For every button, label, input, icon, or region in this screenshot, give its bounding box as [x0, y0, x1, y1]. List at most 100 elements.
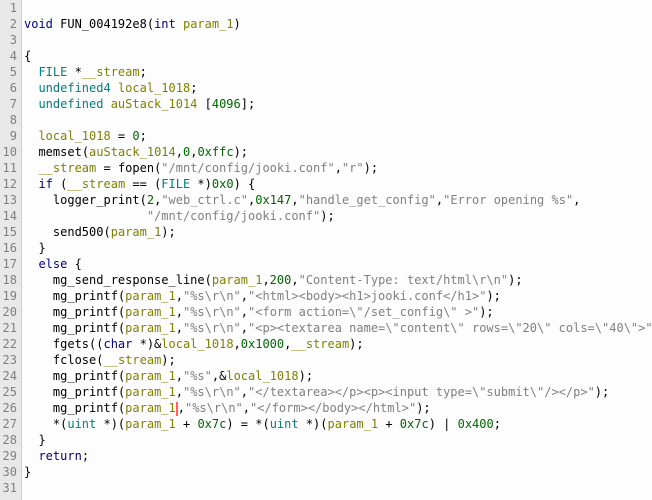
code-token: void — [24, 17, 60, 31]
code-line[interactable]: mg_printf(param_1,"%s\r\n","</form></bod… — [24, 400, 652, 416]
code-token: uint — [270, 417, 306, 431]
code-line[interactable]: FILE *__stream; — [24, 64, 652, 80]
code-token: { — [75, 257, 82, 271]
code-line[interactable]: local_1018 = 0; — [24, 128, 652, 144]
line-number: 24 — [0, 368, 17, 384]
code-token: fclose — [53, 353, 96, 367]
code-token: mg_printf — [53, 369, 118, 383]
line-number: 12 — [0, 176, 17, 192]
code-token: "/mnt/config/jooki.conf" — [147, 209, 320, 223]
code-token: ) { — [234, 177, 256, 191]
code-line[interactable]: mg_printf(param_1,"%s\r\n","<form action… — [24, 304, 652, 320]
line-number: 21 — [0, 320, 17, 336]
code-line[interactable]: mg_send_response_line(param_1,200,"Conte… — [24, 272, 652, 288]
line-number: 4 — [0, 48, 17, 64]
code-token: ); — [479, 305, 493, 319]
code-token: param_1 — [125, 417, 176, 431]
code-line[interactable]: send500(param_1); — [24, 224, 652, 240]
code-token: "r" — [342, 161, 364, 175]
code-line[interactable]: __stream = fopen("/mnt/config/jooki.conf… — [24, 160, 652, 176]
code-line[interactable]: logger_print(2,"web_ctrl.c",0x147,"handl… — [24, 192, 652, 208]
code-token: __stream — [82, 65, 140, 79]
code-line[interactable]: } — [24, 432, 652, 448]
code-token: param_1 — [328, 417, 379, 431]
line-number: 25 — [0, 384, 17, 400]
code-line[interactable]: { — [24, 48, 652, 64]
code-line[interactable] — [24, 112, 652, 128]
code-token: param_1 — [125, 369, 176, 383]
code-line[interactable]: return; — [24, 448, 652, 464]
code-token: 2 — [147, 193, 154, 207]
code-token: , — [178, 401, 185, 415]
code-token: ) | — [429, 417, 458, 431]
code-token: auStack_1014 — [89, 145, 176, 159]
line-number: 31 — [0, 480, 17, 496]
code-token: __stream — [104, 353, 162, 367]
code-line[interactable]: memset(auStack_1014,0,0xffc); — [24, 144, 652, 160]
code-editor[interactable]: void FUN_004192e8(int param_1) { FILE *__… — [22, 0, 652, 500]
code-line[interactable]: else { — [24, 256, 652, 272]
code-token: ; — [140, 129, 147, 143]
code-token: param_1 — [125, 385, 176, 399]
line-number: 19 — [0, 288, 17, 304]
code-line[interactable]: undefined4 local_1018; — [24, 80, 652, 96]
code-line[interactable]: mg_printf(param_1,"%s\r\n","<html><body>… — [24, 288, 652, 304]
code-token: mg_send_response_line — [53, 273, 205, 287]
code-token: int — [154, 17, 183, 31]
code-token: mg_printf — [53, 305, 118, 319]
code-token — [24, 273, 53, 287]
code-line[interactable]: *(uint *)(param_1 + 0x7c) = *(uint *)(pa… — [24, 416, 652, 432]
code-line[interactable]: fgets((char *)&local_1018,0x1000,__strea… — [24, 336, 652, 352]
code-line[interactable] — [24, 480, 652, 496]
code-line[interactable]: "/mnt/config/jooki.conf"); — [24, 208, 652, 224]
code-token: 0x400 — [458, 417, 494, 431]
code-token: ; — [140, 65, 147, 79]
code-token: undefined4 — [38, 81, 117, 95]
line-number: 20 — [0, 304, 17, 320]
code-token: 0x0 — [212, 177, 234, 191]
code-line[interactable]: mg_printf(param_1,"%s\r\n","</textarea><… — [24, 384, 652, 400]
code-line[interactable]: } — [24, 464, 652, 480]
code-line[interactable]: fclose(__stream); — [24, 352, 652, 368]
code-line[interactable]: mg_printf(param_1,"%s",&local_1018); — [24, 368, 652, 384]
code-token: param_1 — [125, 321, 176, 335]
code-token: 0x7c — [197, 417, 226, 431]
code-token: ) = *( — [226, 417, 269, 431]
code-token: , — [241, 321, 248, 335]
code-line[interactable] — [24, 0, 652, 16]
code-line[interactable] — [24, 32, 652, 48]
code-token: else — [38, 257, 74, 271]
code-token — [24, 289, 53, 303]
code-line[interactable]: undefined auStack_1014 [4096]; — [24, 96, 652, 112]
code-token: "%s\r\n" — [183, 289, 241, 303]
code-token: ) — [234, 17, 241, 31]
code-token: __stream — [38, 161, 96, 175]
code-token: , — [176, 385, 183, 399]
code-token: , — [176, 369, 183, 383]
code-token: ); — [508, 273, 522, 287]
line-number: 6 — [0, 80, 17, 96]
line-number: 14 — [0, 208, 17, 224]
code-token — [24, 305, 53, 319]
code-token: "</textarea></p><p><input type=\"submit\… — [248, 385, 595, 399]
code-token: local_1018 — [161, 337, 233, 351]
code-token: ]; — [241, 97, 255, 111]
code-token — [24, 449, 38, 463]
code-token: param_1 — [125, 401, 176, 415]
code-token: *)( — [306, 417, 328, 431]
code-line[interactable]: void FUN_004192e8(int param_1) — [24, 16, 652, 32]
code-line[interactable]: } — [24, 240, 652, 256]
code-line[interactable]: mg_printf(param_1,"%s\r\n","<p><textarea… — [24, 320, 652, 336]
code-token — [24, 321, 53, 335]
code-line[interactable]: if (__stream == (FILE *)0x0) { — [24, 176, 652, 192]
line-number: 22 — [0, 336, 17, 352]
code-token: ; — [82, 449, 89, 463]
code-token: ( — [147, 17, 154, 31]
code-token: "handle_get_config" — [299, 193, 436, 207]
code-token: , — [176, 145, 183, 159]
code-token: , — [243, 401, 250, 415]
line-number-gutter: 1234567891011121314151617181920212223242… — [0, 0, 22, 500]
code-token: ); — [161, 353, 175, 367]
code-token: local_1018 — [38, 129, 110, 143]
code-token: ); — [234, 145, 248, 159]
